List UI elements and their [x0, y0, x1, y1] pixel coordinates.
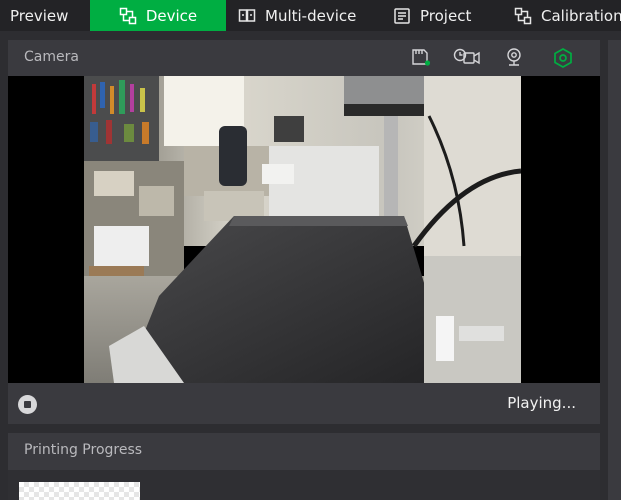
camera-frame-image — [84, 76, 521, 383]
tab-preview[interactable]: Preview — [10, 0, 68, 31]
stop-stream-button[interactable] — [18, 395, 37, 414]
webcam-icon[interactable] — [504, 47, 524, 67]
printing-progress-body — [8, 470, 600, 500]
tab-calibration[interactable]: Calibration — [514, 0, 621, 31]
project-icon — [394, 7, 410, 24]
stop-icon — [24, 401, 31, 408]
tab-calibration-label: Calibration — [541, 6, 621, 25]
top-nav-bar: Preview Device Multi-device Project Cali… — [0, 0, 621, 31]
print-thumbnail — [19, 482, 140, 500]
camera-panel: Camera Playing... — [8, 40, 600, 424]
tab-project-label: Project — [420, 6, 472, 25]
multi-device-icon — [238, 8, 256, 22]
settings-hex-icon[interactable] — [552, 47, 574, 69]
camera-footer: Playing... — [8, 383, 600, 424]
camera-title: Camera — [24, 49, 79, 65]
printing-progress-title: Printing Progress — [24, 442, 143, 458]
tab-project[interactable]: Project — [393, 0, 471, 31]
camera-header: Camera — [8, 40, 600, 76]
calibration-icon — [514, 7, 532, 24]
tab-preview-label: Preview — [10, 6, 69, 25]
tab-multi-device-label: Multi-device — [265, 6, 357, 25]
stream-status: Playing... — [507, 394, 576, 412]
tab-device[interactable]: Device — [90, 0, 226, 31]
camera-video-feed[interactable] — [8, 76, 600, 383]
timelapse-camera-icon[interactable] — [453, 47, 481, 67]
printing-progress-panel: Printing Progress — [8, 433, 600, 500]
tab-multi-device[interactable]: Multi-device — [238, 0, 356, 31]
device-icon — [119, 7, 137, 24]
sd-card-icon[interactable] — [410, 47, 432, 67]
tab-device-label: Device — [145, 6, 198, 25]
side-panel-edge — [608, 40, 621, 500]
